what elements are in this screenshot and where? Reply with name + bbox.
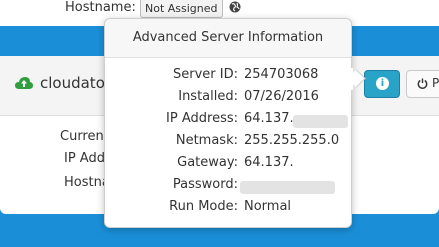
gateway-row: Gateway: 64.137.: [105, 155, 351, 175]
gateway-label: Gateway:: [177, 155, 238, 170]
installed-row: Installed: 07/26/2016: [105, 89, 351, 109]
installed-value: 07/26/2016: [244, 89, 319, 104]
ip-address-row-label: IP Add: [64, 151, 105, 166]
redacted-blur: [293, 115, 348, 128]
netmask-label: Netmask:: [175, 133, 238, 148]
gateway-value: 64.137.: [244, 155, 294, 170]
server-name[interactable]: cloudato: [40, 74, 105, 92]
netmask-value: 255.255.255.0: [244, 133, 340, 148]
ip-address-label: IP Address:: [166, 111, 238, 126]
advanced-server-info-popover: Advanced Server Information Server ID: 2…: [104, 18, 352, 228]
power-button[interactable]: P: [406, 70, 439, 98]
cloud-upload-icon: [15, 77, 33, 89]
run-mode-row: Run Mode: Normal: [105, 199, 351, 219]
globe-icon[interactable]: [229, 1, 241, 13]
power-icon: [417, 78, 428, 89]
hostname-row-label: Hostna: [64, 175, 110, 190]
hostname-label: Hostname:: [65, 0, 136, 15]
popover-arrow-mask: [345, 68, 353, 90]
power-button-label: P: [432, 76, 439, 90]
password-label: Password:: [172, 177, 238, 192]
installed-label: Installed:: [178, 89, 238, 104]
popover-title: Advanced Server Information: [105, 19, 351, 58]
server-id-label: Server ID:: [173, 67, 238, 82]
netmask-row: Netmask: 255.255.255.0: [105, 133, 351, 153]
hostname-button[interactable]: Not Assigned: [140, 0, 223, 18]
run-mode-label: Run Mode:: [169, 199, 238, 214]
redacted-blur: [240, 181, 335, 194]
password-row: Password:: [105, 177, 351, 197]
info-button[interactable]: i: [364, 70, 400, 98]
ip-address-row: IP Address: 64.137.: [105, 111, 351, 131]
server-id-value: 254703068: [244, 67, 319, 82]
server-id-row: Server ID: 254703068: [105, 67, 351, 87]
current-row-label: Curren: [60, 129, 104, 144]
ip-address-value: 64.137.: [244, 111, 294, 126]
info-icon: i: [376, 77, 389, 90]
run-mode-value: Normal: [244, 199, 292, 214]
